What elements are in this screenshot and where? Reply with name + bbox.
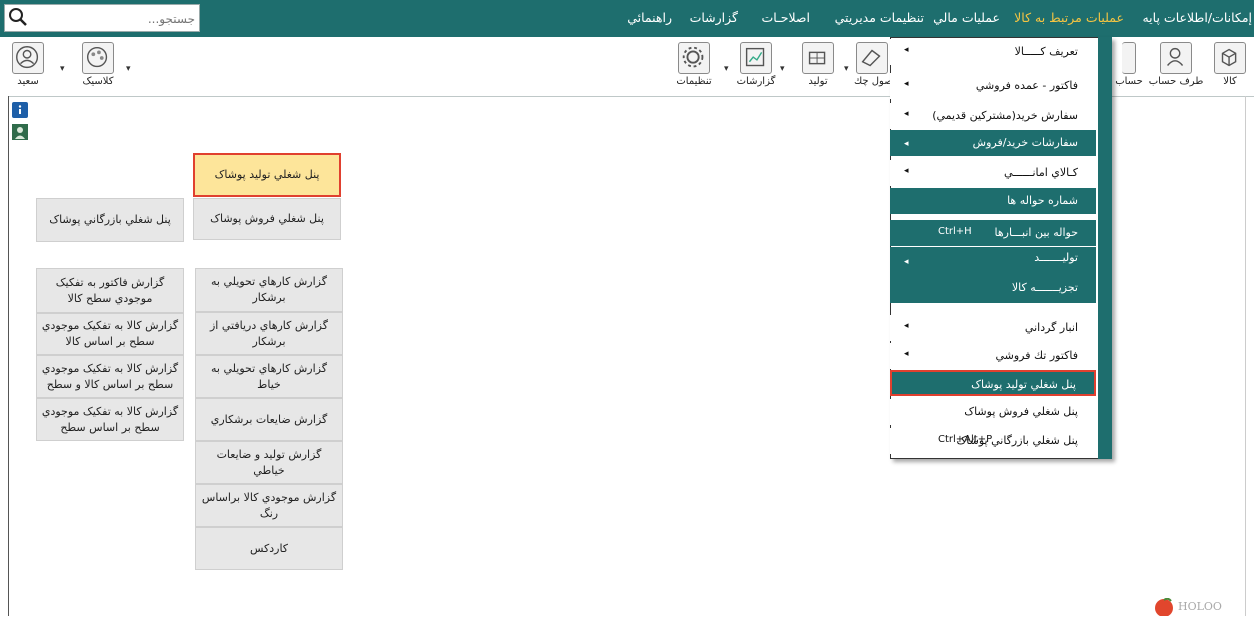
report-button[interactable]: گزارش توليد و ضايعات خياطي: [195, 441, 343, 484]
dropdown-item-label: فاكتور تك فروشي: [995, 349, 1078, 362]
toolbar-goods-label: كالا: [1223, 76, 1237, 87]
dropdown-item[interactable]: تجزيـــــــه كالا: [890, 275, 1096, 303]
report-icon: [740, 42, 772, 74]
search-box[interactable]: [4, 4, 200, 32]
dropdown-item-label: توليـــــــد: [1034, 251, 1078, 264]
shortcut-label: Ctrl+H: [938, 226, 972, 237]
contact-icon: [1160, 42, 1192, 74]
dropdown-item[interactable]: فاكتور - عمده فروشي ◂: [890, 73, 1096, 99]
user-icon: [12, 42, 44, 74]
menu-financial[interactable]: عمليات مالي: [933, 10, 1000, 25]
dropdown-item[interactable]: حواله بين انبـــارها Ctrl+H: [890, 220, 1096, 246]
toolbar-account-label: حساب: [1115, 76, 1143, 87]
menu-bar: إمكانات/اطلاعات پايه عمليات مرتبط به كال…: [0, 0, 1254, 37]
chevron-down-icon[interactable]: ▾: [780, 64, 785, 74]
chevron-down-icon[interactable]: ▾: [724, 64, 729, 74]
holoo-logo: HOLOO: [1154, 597, 1222, 617]
toolbar-user-label: سعيد: [17, 76, 39, 87]
toolbar-theme-label: كلاسيک: [82, 76, 114, 87]
caret-left-icon: ◂: [904, 139, 909, 149]
cheque-icon: [856, 42, 888, 74]
dropdown-item-label: تعريف كـــــالا: [1014, 45, 1078, 58]
dropdown-item-label: سفارش خريد(مشتركين قديمي): [932, 109, 1078, 122]
menu-corrections[interactable]: اصلاحـات: [761, 10, 810, 25]
toolbar-production-label: توليد: [808, 76, 828, 87]
dropdown-item[interactable]: پنل شغلي فروش پوشاک: [890, 399, 1096, 425]
logo-text: HOLOO: [1178, 600, 1222, 613]
shortcut-label: Ctrl+Alt+P: [938, 434, 993, 445]
menu-base-info[interactable]: إمكانات/اطلاعات پايه: [1142, 10, 1252, 25]
dropdown-item-clothing-production[interactable]: پنل شغلي توليد پوشاک: [890, 370, 1096, 396]
report-button[interactable]: گزارش كالا به تفكيک موجودي سطح بر اساس ك…: [36, 355, 184, 398]
caret-left-icon: ◂: [904, 45, 909, 55]
toolbar-production[interactable]: توليد: [798, 42, 838, 87]
report-button[interactable]: گزارش ضايعات برشكاري: [195, 398, 343, 441]
toolbar-goods[interactable]: كالا: [1210, 42, 1250, 87]
toolbar-settings-label: تنظيمات: [676, 76, 712, 87]
chevron-down-icon[interactable]: ▾: [60, 64, 65, 74]
report-button[interactable]: گزارش كالا به تفكيک موجودي سطح بر اساس س…: [36, 398, 184, 441]
account-icon: [1122, 42, 1136, 74]
menu-management-settings[interactable]: تنظيمات مديريتي: [835, 10, 924, 25]
gear-icon: [678, 42, 710, 74]
toolbar-reports[interactable]: گزارشات: [734, 42, 778, 87]
palette-icon: [82, 42, 114, 74]
toolbar-settings[interactable]: تنظيمات: [674, 42, 714, 87]
dropdown-item-label: سفارشات خريد/فروش: [972, 136, 1078, 149]
toolbar-theme[interactable]: كلاسيک: [76, 42, 120, 87]
toolbar-reports-label: گزارشات: [736, 76, 776, 87]
caret-left-icon: ◂: [904, 166, 909, 176]
search-icon[interactable]: [7, 6, 29, 28]
info-icon[interactable]: [12, 102, 28, 118]
dropdown-item[interactable]: انبار گرداني ◂: [890, 315, 1096, 341]
report-button[interactable]: گزارش فاكتور به تفكيک موجودي سطح كالا: [36, 268, 184, 313]
menu-goods-operations[interactable]: عمليات مرتبط به كالا: [1014, 10, 1124, 25]
dropdown-item-label: تجزيـــــــه كالا: [1011, 281, 1078, 294]
kardex-button[interactable]: كاردكس: [195, 527, 343, 570]
search-input[interactable]: [29, 7, 197, 31]
dropdown-item-label: شماره حواله ها: [1007, 194, 1078, 207]
clothing-commerce-panel-button[interactable]: پنل شغلي بازرگاني پوشاک: [36, 198, 184, 242]
dropdown-item[interactable]: فاكتور تك فروشي ◂: [890, 343, 1096, 369]
factory-icon: [802, 42, 834, 74]
dropdown-item-label: انبار گرداني: [1024, 321, 1078, 334]
dropdown-item[interactable]: كـالاي امانــــــي ◂: [890, 160, 1096, 186]
dropdown-side-strip: [1098, 37, 1112, 459]
report-button[interactable]: گزارش كالا به تفكيک موجودي سطح بر اساس ك…: [36, 313, 184, 355]
box-icon: [1214, 42, 1246, 74]
dropdown-item-label: كـالاي امانــــــي: [1003, 166, 1078, 179]
clothing-sales-panel-button[interactable]: پنل شغلي فروش پوشاک: [193, 198, 341, 240]
dropdown-item[interactable]: سفارش خريد(مشتركين قديمي) ◂: [890, 103, 1096, 129]
toolbar-cheque[interactable]: صول چك: [854, 42, 893, 87]
dropdown-item[interactable]: سفارشات خريد/فروش ◂: [890, 130, 1096, 156]
menu-reports[interactable]: گزارشات: [690, 10, 738, 25]
caret-left-icon: ◂: [904, 257, 909, 267]
report-button[interactable]: گزارش كارهاي دريافتي از برشكار: [195, 312, 343, 355]
toolbar-contact-label: طرف حساب: [1148, 76, 1204, 87]
dropdown-item-label: پنل شغلي فروش پوشاک: [964, 405, 1078, 418]
report-button[interactable]: گزارش كارهاي تحويلي به برشكار: [195, 268, 343, 312]
menu-help[interactable]: راهنمائي: [627, 10, 672, 25]
toolbar-contact[interactable]: طرف حساب: [1148, 42, 1204, 87]
dropdown-item-label: فاكتور - عمده فروشي: [975, 79, 1078, 92]
caret-left-icon: ◂: [904, 321, 909, 331]
person-icon[interactable]: [12, 124, 28, 140]
report-button[interactable]: گزارش كارهاي تحويلي به خياط: [195, 355, 343, 398]
toolbar-account[interactable]: حساب: [1114, 42, 1144, 87]
toolbar-user[interactable]: سعيد: [8, 42, 48, 87]
dropdown-item[interactable]: توليـــــــد ◂: [890, 247, 1096, 275]
caret-left-icon: ◂: [904, 79, 909, 89]
dropdown-item-label: حواله بين انبـــارها: [994, 226, 1078, 239]
dropdown-item[interactable]: شماره حواله ها: [890, 188, 1096, 214]
dropdown-item-label: پنل شغلي توليد پوشاک: [971, 378, 1076, 391]
dropdown-item[interactable]: پنل شغلي بازرگاني پوشاک Ctrl+Alt+P: [890, 428, 1096, 454]
report-button[interactable]: گزارش موجودي كالا براساس رنگ: [195, 484, 343, 527]
chevron-down-icon[interactable]: ▾: [126, 64, 131, 74]
toolbar-cheque-label: صول چك: [854, 76, 893, 87]
caret-left-icon: ◂: [904, 349, 909, 359]
caret-left-icon: ◂: [904, 109, 909, 119]
dropdown-item[interactable]: تعريف كـــــالا ◂: [890, 39, 1096, 65]
chevron-down-icon[interactable]: ▾: [844, 64, 849, 74]
clothing-production-panel-button[interactable]: پنل شغلي توليد پوشاک: [193, 153, 341, 197]
